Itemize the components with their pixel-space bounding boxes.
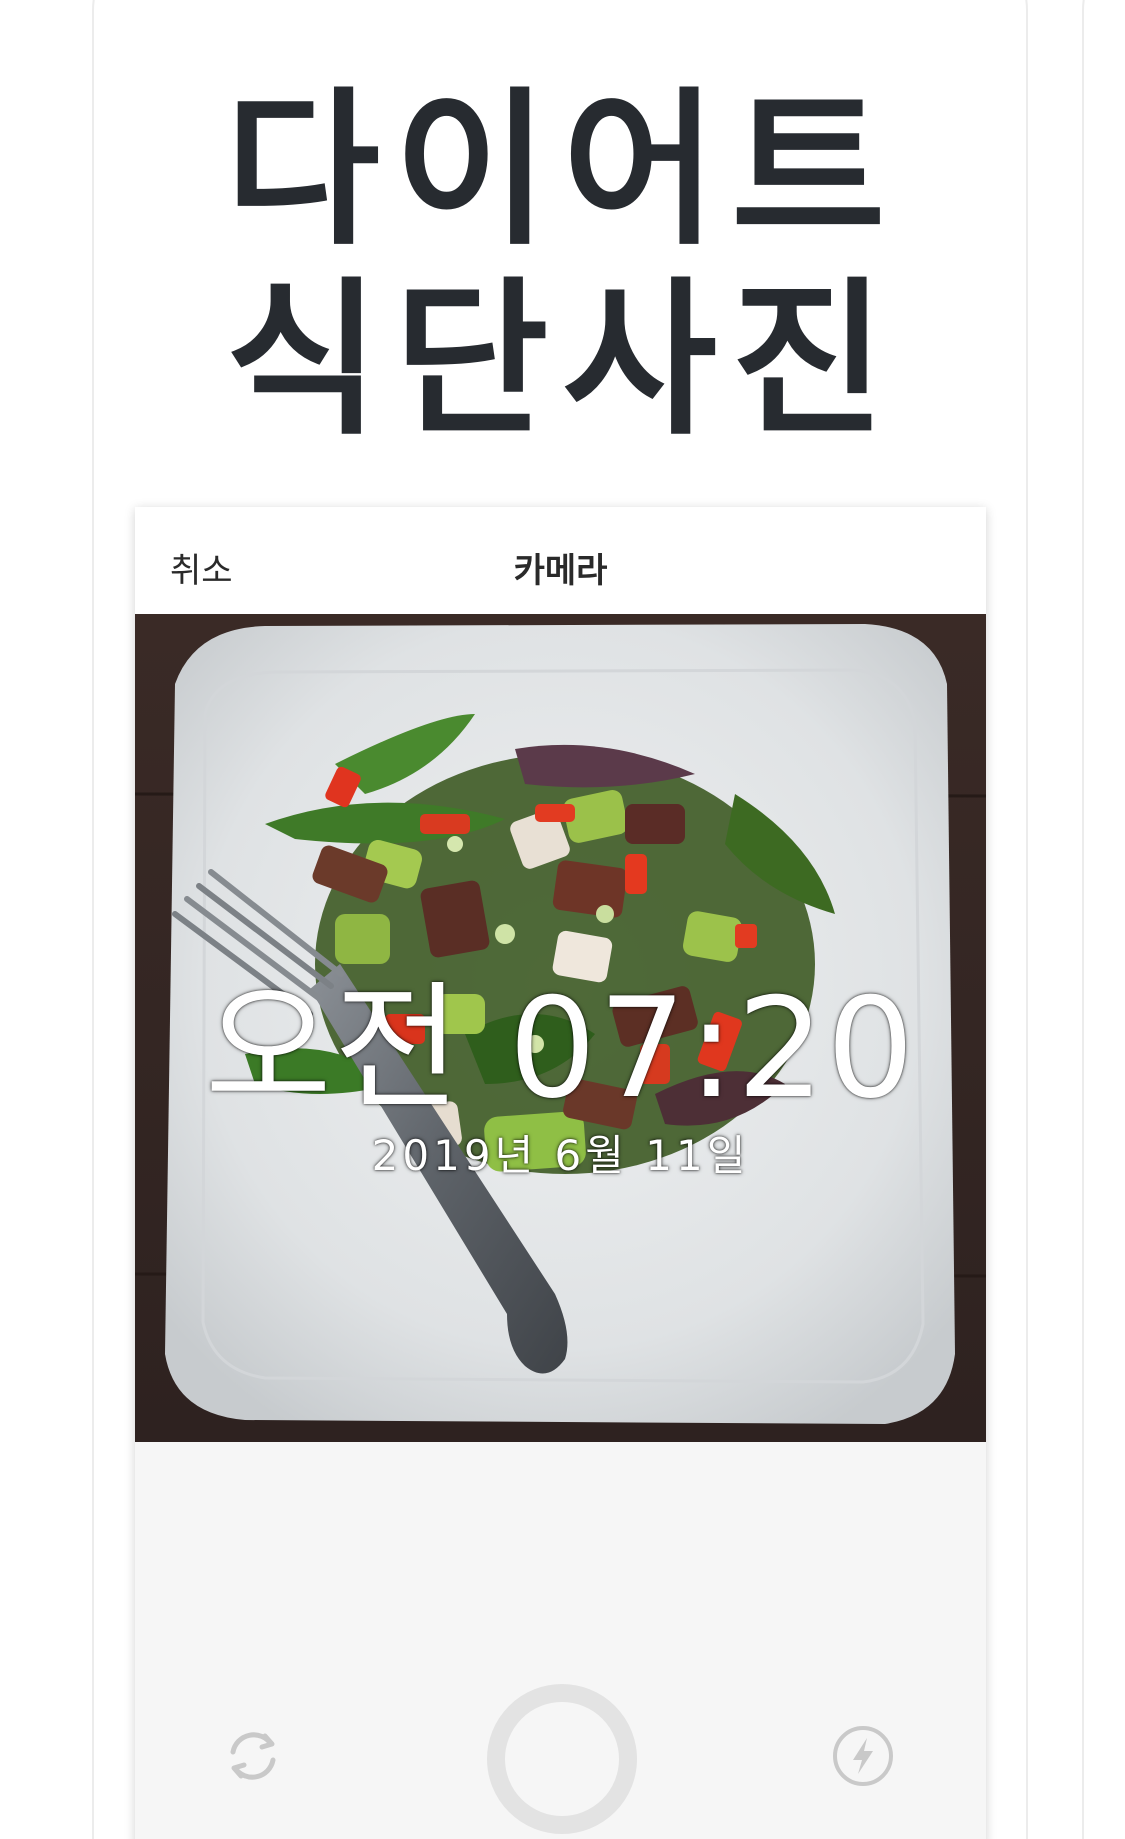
camera-flip-icon: [230, 1732, 276, 1780]
app-store-screenshot: 다이어트 식단사진 취소 카메라 오전 07:20 2019년 6월 11일: [0, 0, 1125, 1839]
camera-flip-button[interactable]: [221, 1724, 285, 1788]
nav-title: 카메라: [513, 551, 608, 591]
flash-icon: [833, 1726, 893, 1786]
headline-line-1: 다이어트: [225, 72, 900, 268]
navigation-bar: 취소 카메라: [135, 507, 986, 615]
shutter-ring-icon: [487, 1684, 637, 1834]
headline-line-2: 식단사진: [225, 262, 900, 458]
camera-controls: [135, 1442, 986, 1839]
time-overlay: 오전 07:20: [204, 968, 917, 1129]
camera-preview-photo: 오전 07:20 2019년 6월 11일: [135, 614, 986, 1442]
shutter-button[interactable]: [483, 1680, 641, 1838]
date-overlay: 2019년 6월 11일: [371, 1131, 750, 1180]
flash-button[interactable]: [831, 1724, 895, 1788]
camera-screen: 취소 카메라 오전 07:20 2019년 6월 11일: [135, 507, 986, 1839]
